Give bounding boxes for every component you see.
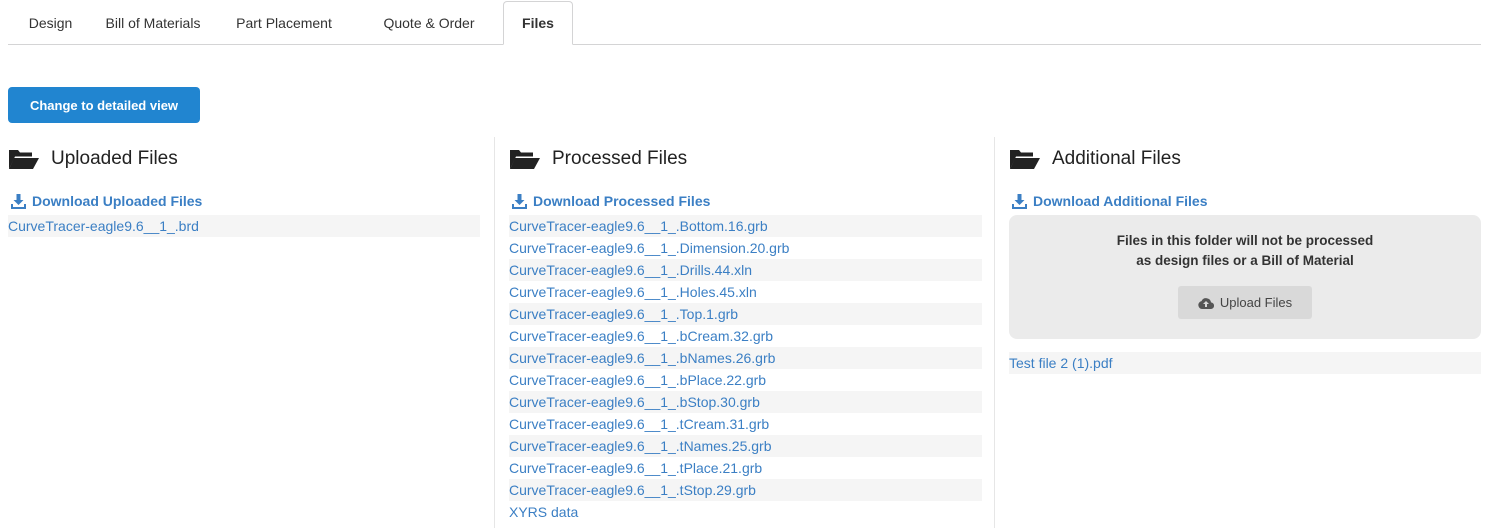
download-uploaded-files-label: Download Uploaded Files bbox=[32, 193, 203, 209]
change-to-detailed-view-button[interactable]: Change to detailed view bbox=[8, 87, 200, 123]
upload-info-box[interactable]: Files in this folder will not be process… bbox=[1009, 215, 1481, 339]
upload-files-label: Upload Files bbox=[1219, 295, 1293, 310]
file-link[interactable]: Test file 2 (1).pdf bbox=[1009, 352, 1481, 374]
file-link[interactable]: CurveTracer-eagle9.6__1_.tStop.29.grb bbox=[509, 479, 982, 501]
tab-part-placement[interactable]: Part Placement bbox=[213, 0, 355, 45]
additional-upload-area: Files in this folder will not be process… bbox=[1009, 215, 1481, 374]
processed-files-header: Processed Files bbox=[509, 137, 982, 181]
tab-bar: Design Bill of Materials Part Placement … bbox=[8, 0, 1481, 45]
folder-open-icon bbox=[9, 150, 39, 169]
download-icon bbox=[1012, 193, 1027, 209]
file-link[interactable]: CurveTracer-eagle9.6__1_.bCream.32.grb bbox=[509, 325, 982, 347]
uploaded-file-list: CurveTracer-eagle9.6__1_.brd bbox=[8, 215, 480, 237]
info-text-line-2: as design files or a Bill of Material bbox=[1136, 253, 1354, 268]
uploaded-files-title: Uploaded Files bbox=[51, 148, 178, 169]
upload-files-button[interactable]: Upload Files bbox=[1178, 286, 1312, 319]
file-link[interactable]: CurveTracer-eagle9.6__1_.bPlace.22.grb bbox=[509, 369, 982, 391]
processed-file-list: CurveTracer-eagle9.6__1_.Bottom.16.grb C… bbox=[509, 215, 982, 523]
download-additional-files-link[interactable]: Download Additional Files bbox=[1009, 191, 1481, 211]
folder-open-icon bbox=[510, 150, 540, 169]
cloud-upload-icon bbox=[1198, 297, 1214, 309]
tab-quote-order[interactable]: Quote & Order bbox=[355, 0, 503, 45]
processed-files-title: Processed Files bbox=[552, 148, 688, 169]
file-link[interactable]: CurveTracer-eagle9.6__1_.Top.1.grb bbox=[509, 303, 982, 325]
file-link[interactable]: CurveTracer-eagle9.6__1_.Drills.44.xln bbox=[509, 259, 982, 281]
download-uploaded-files-link[interactable]: Download Uploaded Files bbox=[8, 191, 480, 211]
file-link[interactable]: CurveTracer-eagle9.6__1_.Bottom.16.grb bbox=[509, 215, 982, 237]
additional-files-title: Additional Files bbox=[1052, 148, 1181, 169]
file-link[interactable]: CurveTracer-eagle9.6__1_.tPlace.21.grb bbox=[509, 457, 982, 479]
download-processed-files-label: Download Processed Files bbox=[533, 193, 711, 209]
tab-design[interactable]: Design bbox=[8, 0, 93, 45]
tab-bill-of-materials[interactable]: Bill of Materials bbox=[93, 0, 213, 45]
info-text-line-1: Files in this folder will not be process… bbox=[1116, 233, 1374, 248]
download-additional-files-label: Download Additional Files bbox=[1033, 193, 1208, 209]
folder-open-icon bbox=[1010, 150, 1040, 169]
tab-files[interactable]: Files bbox=[503, 1, 573, 45]
download-icon bbox=[512, 193, 527, 209]
file-link[interactable]: CurveTracer-eagle9.6__1_.bNames.26.grb bbox=[509, 347, 982, 369]
file-link[interactable]: XYRS data bbox=[509, 501, 982, 523]
additional-files-column: Additional Files Download Additional Fil… bbox=[1009, 137, 1481, 528]
uploaded-files-header: Uploaded Files bbox=[8, 137, 480, 181]
file-link[interactable]: CurveTracer-eagle9.6__1_.Holes.45.xln bbox=[509, 281, 982, 303]
file-link[interactable]: CurveTracer-eagle9.6__1_.bStop.30.grb bbox=[509, 391, 982, 413]
download-processed-files-link[interactable]: Download Processed Files bbox=[509, 191, 982, 211]
file-link[interactable]: CurveTracer-eagle9.6__1_.tCream.31.grb bbox=[509, 413, 982, 435]
additional-files-header: Additional Files bbox=[1009, 137, 1481, 181]
processed-files-column: Processed Files Download Processed Files… bbox=[494, 137, 995, 528]
file-link[interactable]: CurveTracer-eagle9.6__1_.brd bbox=[8, 215, 480, 237]
download-icon bbox=[11, 193, 26, 209]
uploaded-files-column: Uploaded Files Download Uploaded Files C… bbox=[8, 137, 480, 528]
file-link[interactable]: CurveTracer-eagle9.6__1_.tNames.25.grb bbox=[509, 435, 982, 457]
file-link[interactable]: CurveTracer-eagle9.6__1_.Dimension.20.gr… bbox=[509, 237, 982, 259]
